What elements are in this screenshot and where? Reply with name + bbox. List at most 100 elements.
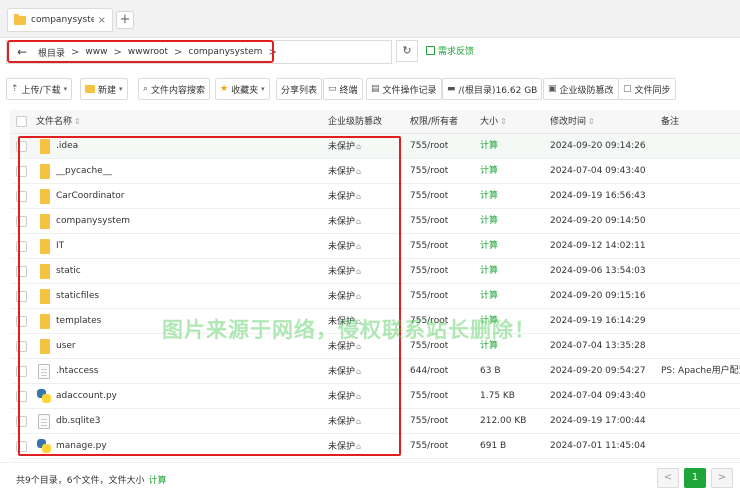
sort-icon: ⇕	[500, 117, 507, 126]
prev-page-button[interactable]: <	[657, 468, 679, 488]
favorites-button[interactable]: ★ 收藏夹 ▾	[215, 78, 270, 100]
highlight-frame-list	[18, 136, 401, 456]
file-note[interactable]: PS: Apache用户配置	[661, 359, 740, 384]
modified-time: 2024-09-20 09:15:16	[550, 291, 646, 301]
file-log-icon: ▤	[371, 84, 380, 94]
terminal-icon: ▭	[328, 84, 337, 94]
select-all-checkbox[interactable]	[16, 116, 27, 127]
share-list-label: 分享列表	[281, 85, 318, 96]
permission-owner[interactable]: 755/root	[410, 409, 448, 434]
permission-owner[interactable]: 755/root	[410, 209, 448, 234]
refresh-button[interactable]: ↻	[396, 40, 418, 62]
file-sync-button[interactable]: ▢ 文件同步	[618, 78, 676, 100]
modified-time: 2024-07-01 11:45:04	[550, 441, 646, 451]
file-size: 212.00 KB	[480, 416, 527, 426]
next-page-button[interactable]: >	[711, 468, 733, 488]
table-header: 文件名称 ⇕ 企业级防篡改 权限/所有者 大小 ⇕ 修改时间 ⇕ 备注	[10, 110, 740, 134]
new-button[interactable]: 新建 ▾	[80, 78, 128, 100]
file-size[interactable]: 计算	[480, 284, 498, 309]
add-tab-button[interactable]: +	[116, 11, 134, 29]
sync-icon: ▢	[623, 84, 632, 94]
modified-time: 2024-09-19 16:56:43	[550, 191, 646, 201]
modified-time: 2024-09-06 13:54:03	[550, 266, 646, 276]
feedback-link[interactable]: 需求反馈	[426, 44, 474, 57]
disk-icon: ▬	[447, 84, 456, 94]
modified-time: 2024-09-20 09:14:50	[550, 216, 646, 226]
disk-button[interactable]: ▬ /(根目录)16.62 GB	[442, 78, 543, 100]
file-size: 1.75 KB	[480, 391, 515, 401]
permission-owner[interactable]: 755/root	[410, 159, 448, 184]
tab-companysystem[interactable]: companysystem ×	[7, 8, 113, 32]
permission-owner[interactable]: 755/root	[410, 234, 448, 259]
terminal-label: 终端	[339, 85, 358, 96]
sort-icon: ⇕	[588, 117, 595, 126]
column-size[interactable]: 大小 ⇕	[480, 110, 507, 134]
file-note[interactable]	[661, 409, 740, 434]
summary-text: 共9个目录，6个文件，文件大小	[16, 476, 145, 486]
file-note[interactable]	[661, 434, 740, 459]
permission-owner[interactable]: 755/root	[410, 284, 448, 309]
file-note[interactable]	[661, 184, 740, 209]
modified-time: 2024-09-20 09:14:26	[550, 141, 646, 151]
terminal-button[interactable]: ▭ 终端	[323, 78, 363, 100]
operation-log-label: 文件操作记录	[382, 85, 437, 96]
close-icon[interactable]: ×	[98, 15, 106, 26]
new-label: 新建	[98, 85, 117, 96]
file-size[interactable]: 计算	[480, 184, 498, 209]
column-note: 备注	[661, 117, 680, 127]
directory-summary: 共9个目录，6个文件，文件大小 计算	[16, 473, 166, 486]
tamper-protect-button[interactable]: ▣ 企业级防篡改	[543, 78, 619, 100]
favorites-label: 收藏夹	[231, 85, 259, 96]
shield-icon: ▣	[548, 84, 557, 94]
file-note[interactable]	[661, 334, 740, 359]
file-size: 691 B	[480, 441, 507, 451]
column-mtime[interactable]: 修改时间 ⇕	[550, 110, 595, 134]
highlight-frame-path	[7, 40, 274, 63]
permission-owner[interactable]: 755/root	[410, 384, 448, 409]
page-1-button[interactable]: 1	[684, 468, 706, 488]
file-note[interactable]	[661, 309, 740, 334]
file-sync-label: 文件同步	[634, 85, 671, 96]
content-search-label: 文件内容搜索	[151, 85, 206, 96]
tamper-protect-label: 企业级防篡改	[559, 85, 614, 96]
file-size[interactable]: 计算	[480, 159, 498, 184]
file-note[interactable]	[661, 259, 740, 284]
column-name[interactable]: 文件名称 ⇕	[36, 110, 81, 134]
tab-bar: companysystem × +	[0, 0, 740, 38]
file-note[interactable]	[661, 209, 740, 234]
file-note[interactable]	[661, 284, 740, 309]
permission-owner[interactable]: 755/root	[410, 134, 448, 159]
toolbar: ⇡ 上传/下载 ▾ 新建 ▾ ⌕ 文件内容搜索 ★ 收藏夹 ▾ 分享列表 ▭ 终…	[0, 78, 740, 102]
star-icon: ★	[220, 84, 229, 94]
column-permission: 权限/所有者	[410, 117, 459, 127]
file-size[interactable]: 计算	[480, 209, 498, 234]
permission-owner[interactable]: 755/root	[410, 184, 448, 209]
calc-size-link[interactable]: 计算	[148, 476, 166, 486]
file-note[interactable]	[661, 134, 740, 159]
modified-time: 2024-09-12 14:02:11	[550, 241, 646, 251]
file-size: 63 B	[480, 366, 501, 376]
modified-time: 2024-09-20 09:54:27	[550, 366, 646, 376]
chevron-down-icon: ▾	[261, 85, 265, 93]
upload-icon: ⇡	[11, 84, 19, 94]
file-size[interactable]: 计算	[480, 234, 498, 259]
permission-owner[interactable]: 755/root	[410, 434, 448, 459]
disk-label: /(根目录)16.62 GB	[458, 85, 538, 96]
file-note[interactable]	[661, 234, 740, 259]
file-note[interactable]	[661, 159, 740, 184]
share-list-button[interactable]: 分享列表	[276, 78, 323, 100]
sort-icon: ⇕	[74, 117, 81, 126]
permission-owner[interactable]: 755/root	[410, 259, 448, 284]
modified-time: 2024-07-04 09:43:40	[550, 166, 646, 176]
content-search-button[interactable]: ⌕ 文件内容搜索	[138, 78, 211, 100]
file-note[interactable]	[661, 384, 740, 409]
upload-download-button[interactable]: ⇡ 上传/下载 ▾	[6, 78, 73, 100]
operation-log-button[interactable]: ▤ 文件操作记录	[366, 78, 442, 100]
file-size[interactable]: 计算	[480, 134, 498, 159]
search-icon: ⌕	[143, 84, 149, 94]
file-size[interactable]: 计算	[480, 259, 498, 284]
modified-time: 2024-09-19 17:00:44	[550, 416, 646, 426]
modified-time: 2024-09-19 16:14:29	[550, 316, 646, 326]
watermark-text: 图片来源于网络，侵权联系站长删除！	[162, 318, 536, 342]
permission-owner[interactable]: 644/root	[410, 359, 448, 384]
